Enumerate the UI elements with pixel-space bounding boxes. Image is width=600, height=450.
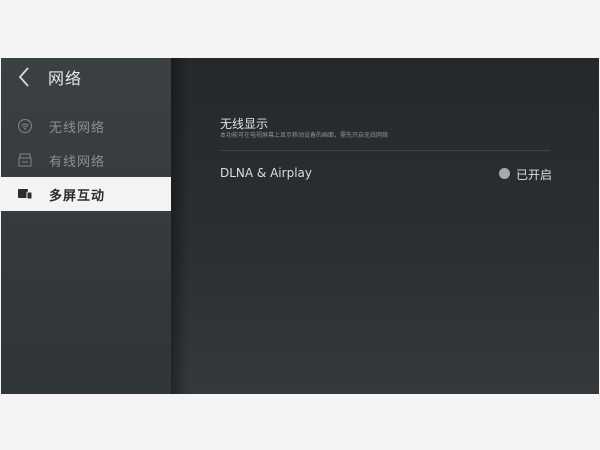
chevron-left-icon[interactable] [17, 66, 31, 88]
sidebar-header: 网络 [1, 58, 171, 98]
section-description: 本功能可在电视屏幕上显示移动设备的画面，需先开启无线网络 [220, 132, 389, 139]
status-text: 已开启 [516, 168, 553, 182]
status-dot-icon [499, 168, 510, 179]
sidebar-item-label: 无线网络 [49, 121, 106, 136]
setting-label: DLNA & Airplay [220, 166, 312, 180]
sidebar-item-wired[interactable]: 有线网络 [1, 143, 171, 177]
panel-shadow [171, 58, 189, 394]
main-panel: 无线显示 本功能可在电视屏幕上显示移动设备的画面，需先开启无线网络 DLNA &… [171, 58, 599, 394]
wifi-icon [18, 119, 32, 133]
sidebar-item-wireless[interactable]: 无线网络 [1, 109, 171, 143]
page-title: 网络 [48, 69, 83, 88]
tv-settings-screen: 网络 无线网络 有线网络 多屏互动 无线显示 本功能可在电视屏幕上显示移动设备的… [1, 58, 599, 394]
sidebar: 网络 无线网络 有线网络 多屏互动 [1, 58, 171, 394]
divider [220, 150, 550, 151]
ethernet-icon [18, 153, 32, 167]
sidebar-item-label: 有线网络 [49, 155, 106, 170]
multi-screen-icon [18, 189, 33, 200]
sidebar-item-multi-screen[interactable]: 多屏互动 [1, 177, 171, 211]
sidebar-item-label: 多屏互动 [49, 189, 106, 204]
